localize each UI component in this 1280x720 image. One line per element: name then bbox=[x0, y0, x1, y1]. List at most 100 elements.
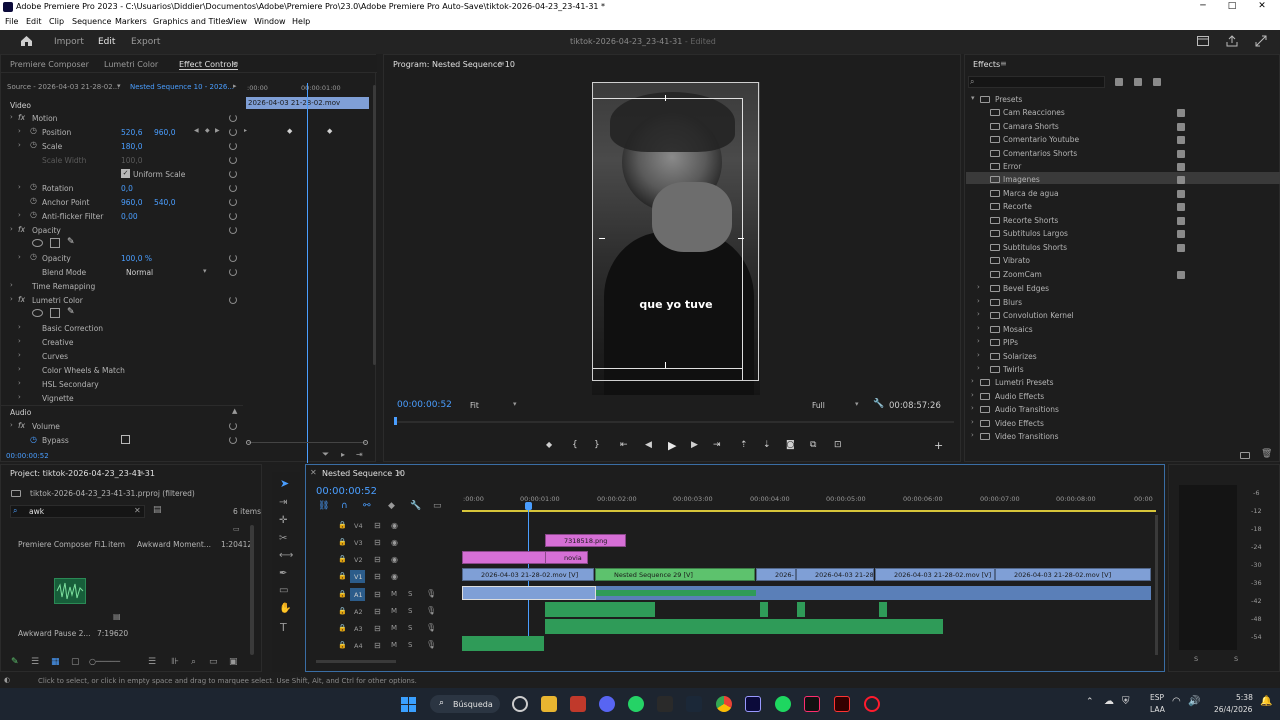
zoom-handle[interactable] bbox=[363, 440, 368, 445]
reset-icon[interactable] bbox=[229, 212, 237, 220]
loop-icon[interactable]: ⇥ bbox=[356, 450, 363, 459]
ec-timecode[interactable]: 00:00:00:52 bbox=[6, 452, 49, 460]
project-search-value[interactable]: awk bbox=[29, 507, 44, 516]
track-label-v3[interactable]: V3 bbox=[354, 539, 363, 547]
keyframe-marker[interactable]: ◆ bbox=[327, 127, 332, 135]
solo-right[interactable]: S bbox=[1234, 655, 1238, 663]
opacity-value[interactable]: 100,0 % bbox=[121, 254, 152, 263]
anchor-x-value[interactable]: 960,0 bbox=[121, 198, 142, 207]
camera-icon[interactable]: ◙ bbox=[786, 440, 795, 450]
time-remapping-label[interactable]: Time Remapping bbox=[32, 282, 95, 291]
fit-select[interactable]: Fit bbox=[470, 401, 479, 410]
mark-out-icon[interactable]: } bbox=[594, 440, 600, 450]
rectangle-mask-icon[interactable] bbox=[50, 308, 60, 318]
mute-button[interactable]: M bbox=[391, 641, 397, 649]
go-to-in-icon[interactable]: ⇤ bbox=[620, 440, 628, 450]
mark-in-icon[interactable]: { bbox=[572, 440, 578, 450]
menu-help[interactable]: Help bbox=[292, 17, 310, 26]
extract-icon[interactable]: ⇣ bbox=[763, 440, 771, 450]
reset-icon[interactable] bbox=[229, 296, 237, 304]
yuv-filter-icon[interactable] bbox=[1153, 78, 1161, 86]
presets-folder[interactable]: Presets bbox=[995, 95, 1022, 104]
ellipse-mask-icon[interactable] bbox=[32, 309, 43, 317]
timeline-timecode[interactable]: 00:00:00:52 bbox=[316, 486, 377, 497]
eye-icon[interactable]: ◉ bbox=[391, 572, 398, 581]
eye-icon[interactable]: ◉ bbox=[391, 521, 398, 530]
microphone-icon[interactable]: 🎙 bbox=[426, 623, 436, 632]
blend-mode-select[interactable]: Normal bbox=[126, 268, 153, 277]
track-label-v2[interactable]: V2 bbox=[354, 556, 363, 564]
rotation-value[interactable]: 0,0 bbox=[121, 184, 133, 193]
track-label-v1[interactable]: V1 bbox=[354, 573, 363, 581]
lock-icon[interactable]: 🔒 bbox=[338, 607, 347, 615]
fullscreen-icon[interactable] bbox=[1255, 35, 1267, 47]
list-view-icon[interactable]: ☰ bbox=[31, 657, 39, 667]
preset-item[interactable]: Vibrato bbox=[1003, 256, 1030, 265]
clip-v1-c[interactable]: 2026-04-03 21-28-02. bbox=[796, 568, 874, 581]
effects-group[interactable]: Convolution Kernel bbox=[1003, 311, 1074, 320]
workspaces-icon[interactable] bbox=[1197, 36, 1209, 46]
sync-lock-icon[interactable]: ⊟ bbox=[374, 641, 381, 650]
microphone-icon[interactable]: 🎙 bbox=[426, 606, 436, 615]
bin-icon[interactable]: ▤ bbox=[153, 505, 162, 515]
new-bin-icon[interactable]: ▭ bbox=[209, 657, 218, 667]
audio-clip-a2-d[interactable] bbox=[879, 602, 887, 617]
track-label-a1[interactable]: A1 bbox=[354, 591, 363, 599]
step-forward-icon[interactable]: ▶ bbox=[691, 440, 698, 450]
taskview-icon[interactable] bbox=[512, 696, 528, 712]
ellipse-mask-icon[interactable] bbox=[32, 239, 43, 247]
32bit-filter-icon[interactable] bbox=[1134, 78, 1142, 86]
solo-button[interactable]: S bbox=[408, 590, 412, 598]
volume-label[interactable]: Volume bbox=[32, 422, 60, 431]
panel-menu-icon[interactable]: ≡ bbox=[498, 59, 505, 68]
reset-icon[interactable] bbox=[229, 156, 237, 164]
stopwatch-icon[interactable]: ◷ bbox=[30, 140, 37, 149]
lock-icon[interactable]: 🔒 bbox=[338, 590, 347, 598]
premiere-taskbar-icon[interactable] bbox=[745, 696, 761, 712]
icon-view-icon[interactable]: ▦ bbox=[51, 657, 60, 667]
pen-tool-icon[interactable]: ✒ bbox=[279, 568, 287, 579]
eye-icon[interactable]: ◉ bbox=[391, 538, 398, 547]
sync-lock-icon[interactable]: ⊟ bbox=[374, 555, 381, 564]
panel-menu-icon[interactable]: ≡ bbox=[137, 468, 144, 477]
share-icon[interactable] bbox=[1226, 35, 1238, 47]
prev-keyframe-icon[interactable]: ◀ bbox=[194, 127, 199, 134]
sync-lock-icon[interactable]: ⊟ bbox=[374, 607, 381, 616]
motion-label[interactable]: Motion bbox=[32, 114, 57, 123]
work-area-bar[interactable] bbox=[462, 510, 1156, 512]
stopwatch-icon[interactable]: ◷ bbox=[30, 182, 37, 191]
wifi-icon[interactable]: ◠ bbox=[1172, 696, 1181, 707]
microphone-icon[interactable]: 🎙 bbox=[426, 589, 436, 598]
timeline-title[interactable]: Nested Sequence 10 bbox=[322, 469, 405, 478]
stopwatch-icon[interactable]: ◷ bbox=[30, 210, 37, 219]
hsl-secondary-label[interactable]: HSL Secondary bbox=[42, 380, 99, 389]
clip-v1-d[interactable]: 2026-04-03 21-28-02.mov [V] bbox=[875, 568, 995, 581]
pen-mask-icon[interactable]: ✎ bbox=[67, 307, 75, 317]
effects-group[interactable]: Twirls bbox=[1003, 365, 1024, 374]
lock-icon[interactable]: 🔒 bbox=[338, 521, 347, 529]
clip-v1-e[interactable]: 2026-04-03 21-28-02.mov [V] bbox=[995, 568, 1151, 581]
curves-label[interactable]: Curves bbox=[42, 352, 68, 361]
vr-icon[interactable]: ⊡ bbox=[834, 440, 842, 450]
slip-tool-icon[interactable]: ⟷ bbox=[279, 550, 293, 561]
menu-graphics[interactable]: Graphics and Titles bbox=[153, 17, 230, 26]
clip-novia[interactable]: novia bbox=[545, 551, 588, 564]
lift-icon[interactable]: ⇡ bbox=[740, 440, 748, 450]
position-y-value[interactable]: 960,0 bbox=[154, 128, 175, 137]
effects-category[interactable]: Audio Effects bbox=[995, 392, 1044, 401]
position-x-value[interactable]: 520,6 bbox=[121, 128, 142, 137]
windows-start-icon[interactable] bbox=[401, 697, 416, 712]
lock-icon[interactable]: 🔒 bbox=[338, 555, 347, 563]
sync-lock-icon[interactable]: ⊟ bbox=[374, 572, 381, 581]
stopwatch-icon[interactable]: ◷ bbox=[30, 196, 37, 205]
discord-icon[interactable] bbox=[599, 696, 615, 712]
spotify-icon[interactable] bbox=[775, 696, 791, 712]
project-title[interactable]: Project: tiktok-2026-04-23_23-41-31 bbox=[10, 469, 155, 478]
nest-icon[interactable]: ⛓ bbox=[318, 501, 329, 511]
home-icon[interactable] bbox=[20, 35, 33, 47]
vignette-label[interactable]: Vignette bbox=[42, 394, 74, 403]
captions-icon[interactable]: ▭ bbox=[433, 501, 442, 511]
chevron-down-icon[interactable]: ▾ bbox=[203, 267, 207, 275]
new-item-icon[interactable]: ▣ bbox=[229, 657, 238, 667]
preset-item[interactable]: Comentarios Shorts bbox=[1003, 149, 1077, 158]
